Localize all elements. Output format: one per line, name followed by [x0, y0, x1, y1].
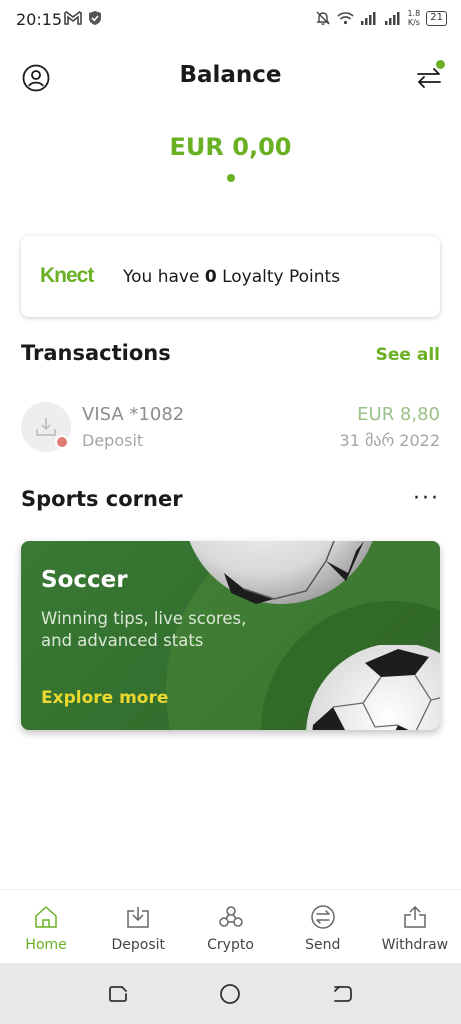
mute-bell-icon	[315, 11, 330, 25]
loyalty-card[interactable]: Knect You have 0 Loyalty Points	[21, 236, 440, 317]
signal-icon	[360, 12, 376, 25]
status-time: 20:15	[16, 10, 63, 29]
explore-more-link[interactable]: Explore more	[41, 688, 168, 708]
send-icon	[310, 905, 335, 929]
nav-label-send: Send	[305, 937, 341, 953]
soccer-ball-top-image	[189, 541, 373, 604]
notification-dot	[436, 60, 445, 69]
withdraw-icon	[404, 905, 426, 928]
home-icon	[35, 906, 57, 928]
recent-apps-icon[interactable]	[107, 983, 129, 1005]
wifi-icon	[336, 12, 354, 25]
crypto-icon	[218, 906, 243, 927]
transaction-row[interactable]: VISA *1082 Deposit EUR 8,80 31 მარ 2022	[21, 400, 440, 456]
balance-amount: EUR 0,00	[169, 133, 292, 161]
see-all-link[interactable]: See all	[376, 345, 440, 365]
status-bar: 20:15 1.8 K/s 21	[0, 0, 461, 40]
soccer-card-title: Soccer	[41, 567, 128, 593]
knect-logo: Knect	[40, 264, 94, 287]
deposit-tray-icon	[36, 418, 56, 436]
nav-label-withdraw: Withdraw	[381, 937, 449, 953]
signal-icon-2	[384, 12, 400, 25]
pending-status-dot	[55, 435, 69, 449]
network-speed: 1.8 K/s	[407, 9, 421, 27]
home-circle-icon[interactable]	[219, 983, 241, 1005]
back-icon[interactable]	[332, 983, 354, 1005]
nav-item-withdraw[interactable]: Withdraw	[369, 890, 461, 963]
nav-item-crypto[interactable]: Crypto	[184, 890, 276, 963]
page-title: Balance	[179, 62, 282, 88]
soccer-card[interactable]: Soccer Winning tips, live scores, and ad…	[21, 541, 440, 730]
battery-indicator: 21	[426, 10, 447, 26]
nav-item-home[interactable]: Home	[0, 890, 92, 963]
bottom-navigation: Home Deposit Crypto Send Withdraw	[0, 889, 461, 963]
transactions-title: Transactions	[21, 341, 171, 365]
transaction-type: Deposit	[82, 431, 144, 450]
gmail-icon	[64, 11, 82, 25]
transaction-title: VISA *1082	[82, 404, 185, 425]
deposit-icon	[127, 907, 150, 928]
shield-icon	[89, 11, 101, 25]
loyalty-points-value: 0	[204, 267, 217, 287]
nav-label-deposit: Deposit	[111, 937, 166, 953]
loyalty-points-text: You have 0 Loyalty Points	[123, 267, 341, 287]
header: Balance	[0, 50, 461, 106]
transaction-date: 31 მარ 2022	[339, 431, 440, 450]
balance-page-indicator	[227, 174, 235, 182]
nav-label-home: Home	[25, 937, 67, 953]
nav-item-deposit[interactable]: Deposit	[92, 890, 184, 963]
soccer-ball-bottom-image	[306, 645, 440, 730]
transaction-amount: EUR 8,80	[357, 404, 440, 425]
sports-corner-title: Sports corner	[21, 487, 183, 511]
nav-label-crypto: Crypto	[207, 937, 254, 953]
more-options-button[interactable]: ···	[413, 486, 440, 511]
nav-item-send[interactable]: Send	[277, 890, 369, 963]
switch-account-button[interactable]	[415, 60, 445, 92]
soccer-card-description: Winning tips, live scores, and advanced …	[41, 609, 247, 650]
system-navigation-bar	[0, 963, 461, 1024]
